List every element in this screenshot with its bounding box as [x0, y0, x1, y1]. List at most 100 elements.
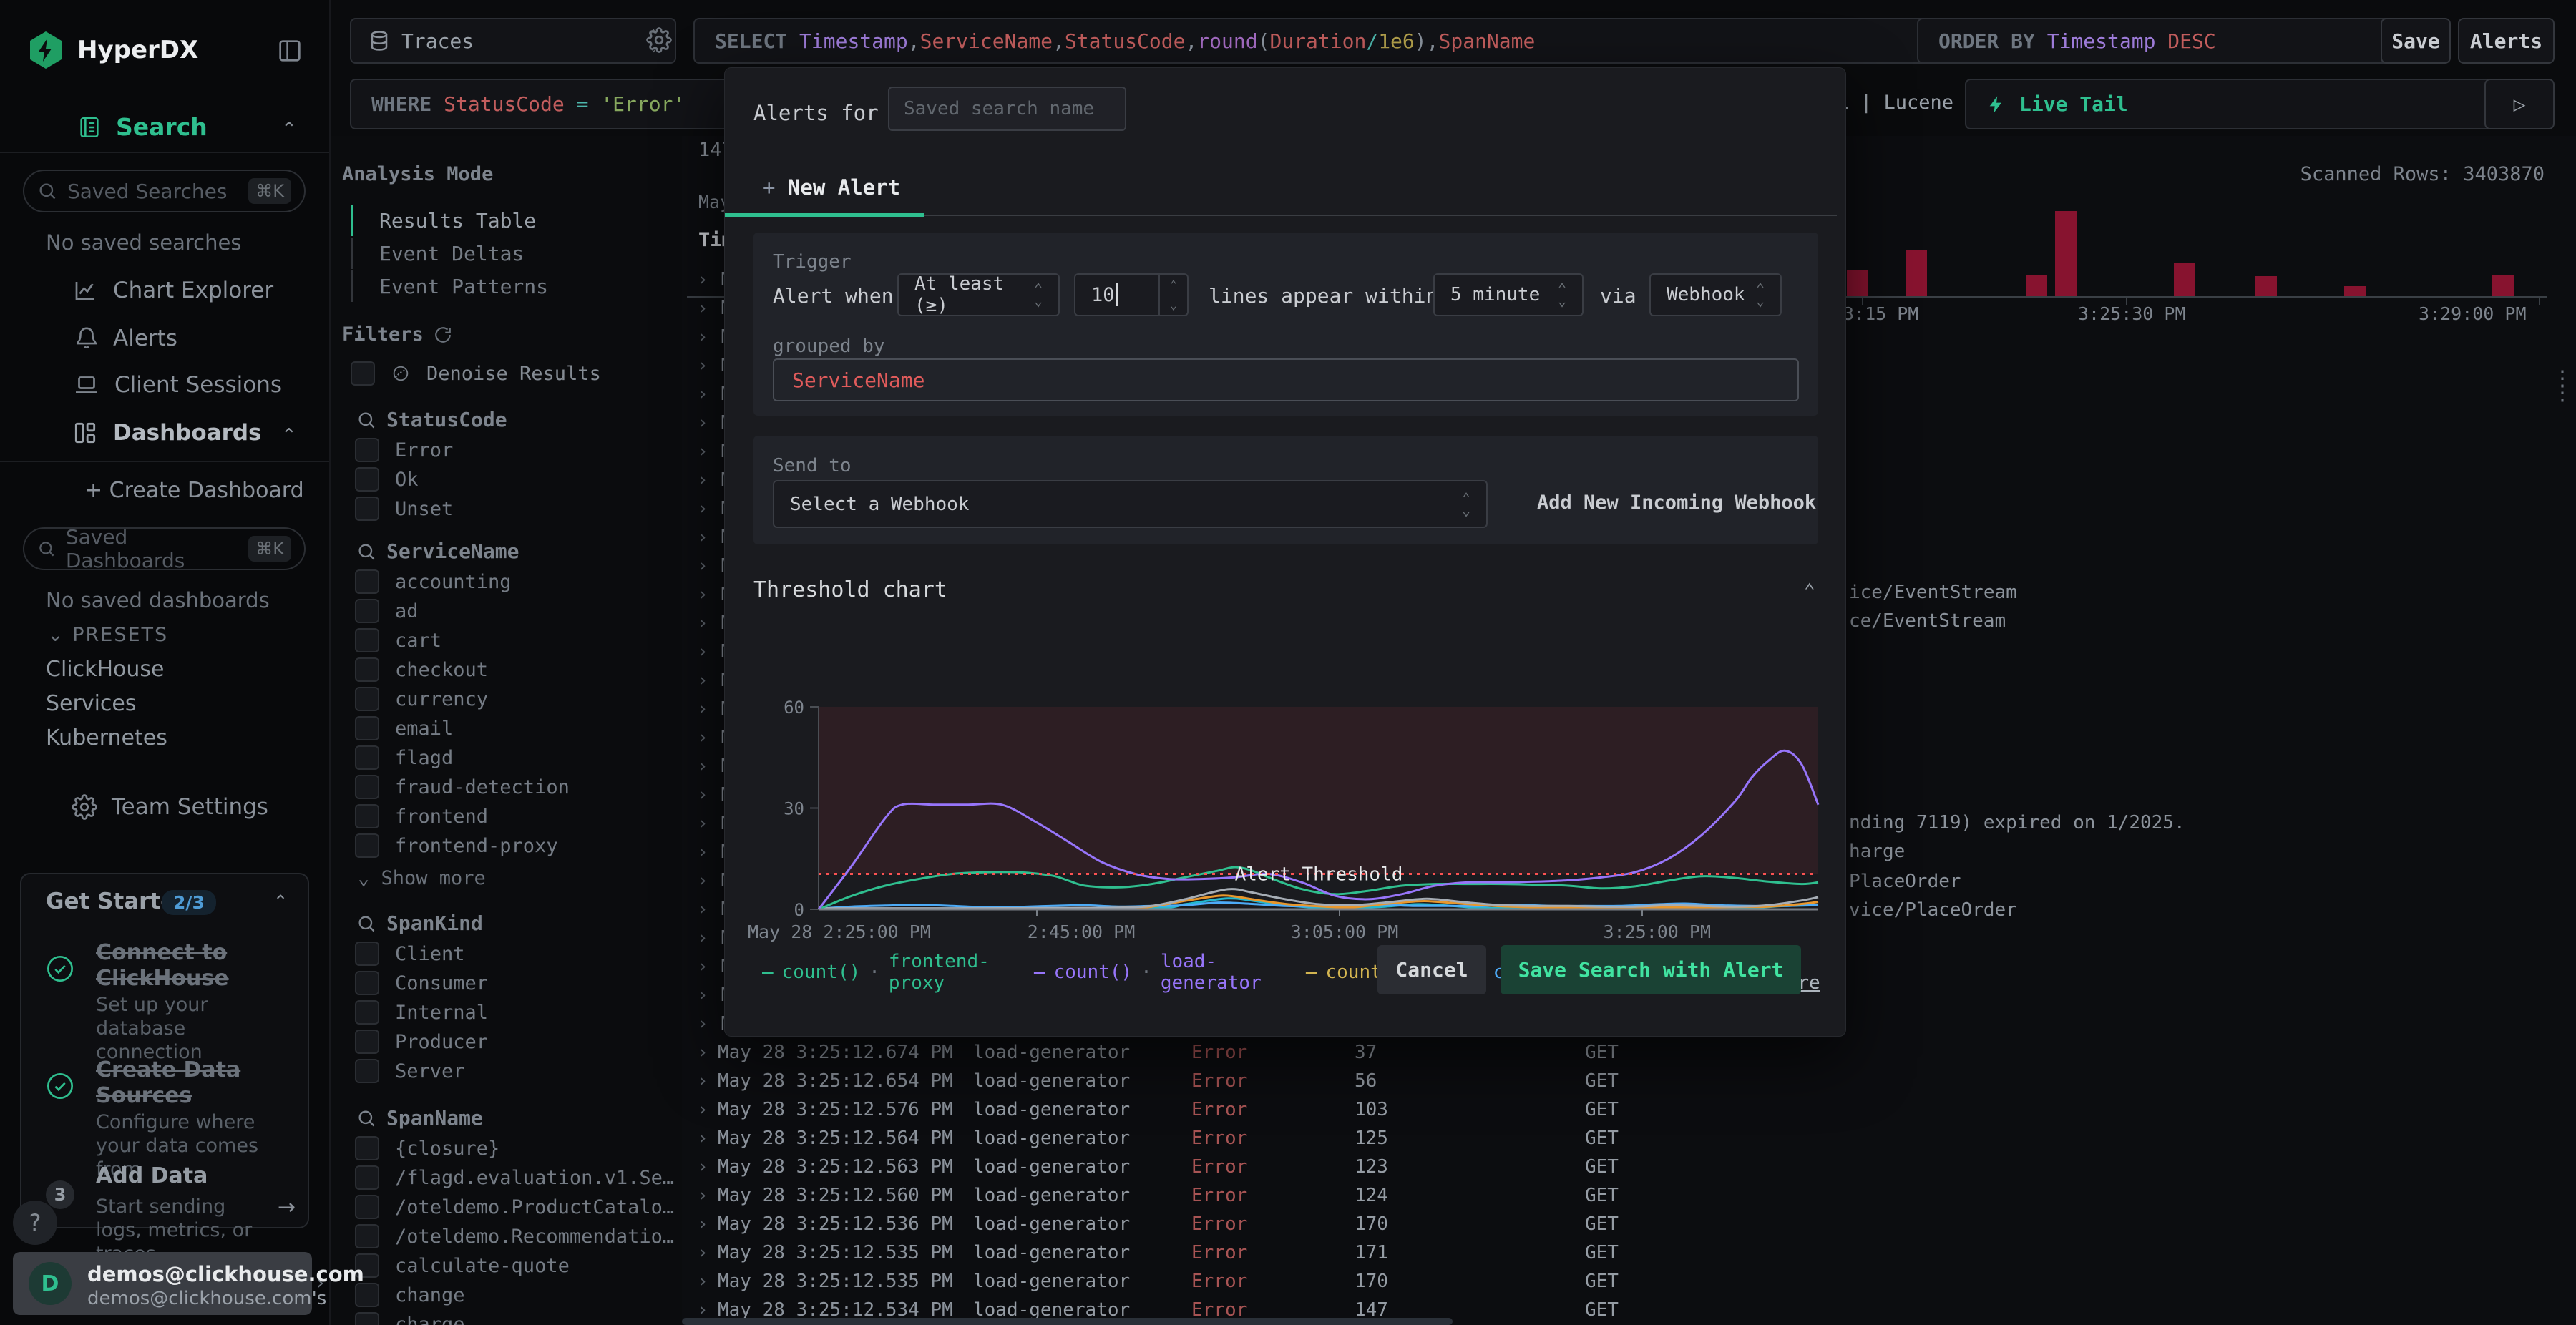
tab-new-alert[interactable]: + New Alert: [763, 175, 900, 200]
table-row[interactable]: › May 28 3:25:12.564 PM load-generator Erro…: [682, 1124, 2576, 1153]
expand-chevron-icon[interactable]: ›: [697, 555, 708, 577]
table-row[interactable]: › May 28 3:25:12.654 PM load-generator Erro…: [682, 1067, 2576, 1095]
filter-option[interactable]: accounting: [355, 569, 512, 594]
expand-chevron-icon[interactable]: ›: [697, 670, 708, 691]
expand-chevron-icon[interactable]: ›: [697, 1070, 708, 1092]
filter-option[interactable]: Producer: [355, 1030, 488, 1054]
add-webhook-button[interactable]: Add New Incoming Webhook: [1537, 492, 1816, 514]
checkbox[interactable]: [355, 1059, 379, 1083]
sidebar-preset-services[interactable]: Services: [46, 691, 137, 716]
checkbox[interactable]: [355, 1224, 379, 1248]
cancel-button[interactable]: Cancel: [1377, 945, 1486, 994]
checkbox[interactable]: [355, 467, 379, 492]
sidebar-item-team-settings[interactable]: Team Settings: [72, 794, 268, 820]
expand-chevron-icon[interactable]: ›: [697, 498, 708, 519]
checkbox[interactable]: [355, 687, 379, 711]
expand-chevron-icon[interactable]: ›: [697, 1128, 708, 1149]
window-select[interactable]: 5 minute ⌃ ⌄: [1433, 273, 1584, 316]
filter-option[interactable]: Unset: [355, 497, 453, 521]
row-menu-icon[interactable]: ⋮ ⋮: [2552, 368, 2573, 404]
filter-option[interactable]: flagd: [355, 745, 453, 770]
app-logo[interactable]: HyperDX: [29, 31, 198, 69]
expand-chevron-icon[interactable]: ›: [697, 441, 708, 462]
user-menu[interactable]: D demos@clickhouse.com demos@clickhouse.…: [13, 1252, 364, 1315]
checkbox[interactable]: [355, 775, 379, 799]
filter-option[interactable]: currency: [355, 687, 488, 711]
filter-option[interactable]: Ok: [355, 467, 419, 492]
expand-chevron-icon[interactable]: ›: [697, 641, 708, 662]
expand-chevron-icon[interactable]: ›: [697, 1271, 708, 1292]
create-dashboard-button[interactable]: + Create Dashboard: [84, 478, 304, 503]
get-started-item[interactable]: Connect to ClickHouse Set up your databas…: [21, 934, 311, 1063]
analysis-mode-event-patterns[interactable]: Event Patterns: [351, 270, 548, 302]
filter-option[interactable]: cart: [355, 628, 441, 652]
expand-chevron-icon[interactable]: ›: [697, 1042, 708, 1063]
checkbox[interactable]: [355, 971, 379, 995]
checkbox[interactable]: [351, 361, 375, 386]
checkbox[interactable]: [355, 1195, 379, 1219]
checkbox[interactable]: [355, 438, 379, 462]
expand-chevron-icon[interactable]: ›: [697, 756, 708, 777]
save-alert-button[interactable]: Save Search with Alert: [1501, 945, 1801, 994]
expand-chevron-icon[interactable]: ›: [697, 1156, 708, 1178]
checkbox[interactable]: [355, 804, 379, 828]
expand-chevron-icon[interactable]: ›: [697, 1185, 708, 1206]
expand-chevron-icon[interactable]: ›: [697, 469, 708, 491]
table-row[interactable]: › May 28 3:25:12.576 PM load-generator Erro…: [682, 1095, 2576, 1124]
analysis-mode-results-table[interactable]: Results Table: [351, 205, 536, 236]
threshold-input[interactable]: 10 ⌃ ⌄: [1074, 273, 1189, 316]
checkbox[interactable]: [355, 628, 379, 652]
grouped-by-input[interactable]: ServiceName: [773, 358, 1799, 401]
expand-chevron-icon[interactable]: ›: [697, 956, 708, 977]
order-by-input[interactable]: ORDER BY Timestamp DESC: [1917, 18, 2415, 64]
checkbox[interactable]: [355, 1283, 379, 1307]
save-button[interactable]: Save: [2381, 18, 2451, 64]
expand-chevron-icon[interactable]: ›: [697, 298, 708, 319]
filter-option[interactable]: fraud-detection: [355, 775, 570, 799]
sidebar-preset-clickhouse[interactable]: ClickHouse: [46, 657, 165, 682]
expand-chevron-icon[interactable]: ›: [697, 612, 708, 634]
expand-chevron-icon[interactable]: ›: [697, 813, 708, 834]
filter-option[interactable]: /oteldemo.Recommendatio…: [355, 1224, 674, 1248]
checkbox[interactable]: [355, 716, 379, 740]
expand-chevron-icon[interactable]: ›: [697, 870, 708, 891]
expand-chevron-icon[interactable]: ›: [697, 841, 708, 863]
expand-chevron-icon[interactable]: ›: [697, 584, 708, 605]
expand-chevron-icon[interactable]: ›: [697, 1099, 708, 1120]
filter-option[interactable]: Client: [355, 942, 465, 966]
checkbox[interactable]: [355, 942, 379, 966]
filter-option[interactable]: /flagd.evaluation.v1.Se…: [355, 1165, 674, 1190]
checkbox[interactable]: [355, 657, 379, 682]
filter-option[interactable]: {closure}: [355, 1136, 499, 1160]
alerts-button[interactable]: Alerts: [2458, 18, 2555, 64]
source-selector[interactable]: Traces ⌃ ⌄: [350, 18, 676, 64]
sidebar-item-chart-explorer[interactable]: Chart Explorer: [72, 278, 273, 303]
filter-option[interactable]: change: [355, 1283, 465, 1307]
expand-chevron-icon[interactable]: ›: [697, 927, 708, 949]
saved-searches-input[interactable]: Saved Searches ⌘K: [23, 170, 306, 212]
checkbox[interactable]: [355, 1136, 379, 1160]
checkbox[interactable]: [355, 833, 379, 858]
filter-option[interactable]: checkout: [355, 657, 488, 682]
filter-option[interactable]: ad: [355, 599, 419, 623]
show-more-button[interactable]: ⌄ Show more: [358, 867, 486, 889]
checkbox[interactable]: [355, 1030, 379, 1054]
table-row[interactable]: › May 28 3:25:12.535 PM load-generator Erro…: [682, 1238, 2576, 1267]
stepper-down-icon[interactable]: ⌄: [1160, 295, 1187, 316]
help-button[interactable]: ?: [13, 1201, 57, 1245]
filter-option[interactable]: charge: [355, 1312, 465, 1325]
presets-toggle[interactable]: ⌄ PRESETS: [47, 624, 168, 646]
table-row[interactable]: › May 28 3:25:12.674 PM load-generator Erro…: [682, 1038, 2576, 1067]
expand-chevron-icon[interactable]: ›: [697, 326, 708, 348]
saved-search-name-input[interactable]: Saved search name: [888, 87, 1126, 131]
checkbox[interactable]: [355, 1312, 379, 1325]
number-stepper[interactable]: ⌃ ⌄: [1158, 275, 1187, 315]
analysis-mode-event-deltas[interactable]: Event Deltas: [351, 238, 524, 269]
search-icon[interactable]: [356, 914, 376, 934]
refresh-icon[interactable]: [434, 326, 452, 344]
condition-select[interactable]: At least (≥) ⌃ ⌄: [897, 273, 1060, 316]
filter-option[interactable]: email: [355, 716, 453, 740]
filter-option[interactable]: /oteldemo.ProductCatalo…: [355, 1195, 674, 1219]
expand-chevron-icon[interactable]: ›: [697, 527, 708, 548]
chevron-right-icon[interactable]: ›: [316, 1271, 324, 1294]
